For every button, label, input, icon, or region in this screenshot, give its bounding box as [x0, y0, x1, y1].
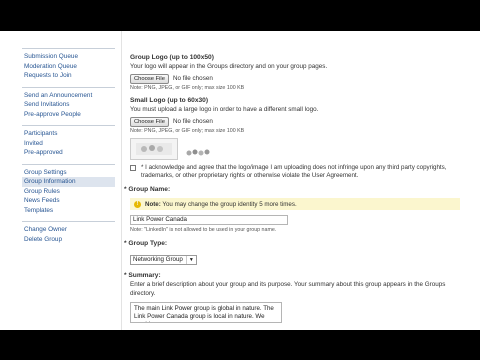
summary-help: Enter a brief description about your gro…	[130, 281, 446, 297]
group-logo-file-input: Choose File No file chosen	[130, 73, 475, 84]
small-logo-file-input: Choose File No file chosen	[130, 116, 475, 127]
sidebar-section: Send an Announcement Send Invitations Pre-…	[22, 86, 115, 120]
sidebar-item-participants[interactable]: Participants	[22, 129, 115, 139]
browser-viewport: Submission Queue Moderation Queue Requests…	[0, 31, 480, 330]
group-name-label: * Group Name:	[124, 186, 171, 193]
group-name-notice: ! Note: You may change the group identit…	[130, 198, 460, 210]
agreement-text: * I acknowledge and agree that the logo/…	[141, 164, 447, 179]
large-logo-preview-image	[130, 138, 178, 160]
sidebar-item-requests-to-join[interactable]: Requests to Join	[22, 71, 115, 81]
group-logo-choose-file-button[interactable]: Choose File	[130, 73, 169, 84]
group-logo-note: Note: PNG, JPEG, or GIF only; max size 1…	[130, 85, 245, 91]
group-information-form: Group Logo (up to 100x50) Your logo will…	[124, 53, 475, 323]
sidebar-section: Group Settings Group Information Group Rul…	[22, 163, 115, 216]
group-type-select[interactable]: Networking Group ▼	[130, 255, 197, 265]
notice-message: You may change the group identity 5 more…	[162, 200, 297, 208]
sidebar-item-send-an-announcement[interactable]: Send an Announcement	[22, 91, 115, 101]
notice-prefix: Note:	[145, 200, 161, 208]
summary-textarea[interactable]: The main Link Power group is global in n…	[130, 302, 282, 323]
sidebar-section: Submission Queue Moderation Queue Requests…	[22, 48, 115, 81]
sidebar-item-delete-group[interactable]: Delete Group	[22, 235, 115, 245]
small-logo-choose-file-button[interactable]: Choose File	[130, 116, 169, 127]
group-admin-sidebar: Submission Queue Moderation Queue Requests…	[22, 48, 115, 250]
dropdown-arrow-icon: ▼	[185, 256, 194, 264]
warning-icon: !	[134, 200, 141, 208]
sidebar-item-submission-queue[interactable]: Submission Queue	[22, 52, 115, 62]
sidebar-item-invited[interactable]: Invited	[22, 139, 115, 149]
copyright-agreement: * I acknowledge and agree that the logo/…	[130, 164, 475, 180]
group-name-note: Note: "LinkedIn" is not allowed to be us…	[130, 227, 277, 233]
logo-previews	[130, 138, 475, 160]
summary-label: * Summary:	[124, 272, 161, 279]
small-logo-label: Small Logo (up to 60x30)	[130, 97, 209, 104]
agreement-checkbox[interactable]	[130, 165, 136, 171]
notice-text: Note: You may change the group identity …	[145, 201, 297, 208]
sidebar-item-group-rules[interactable]: Group Rules	[22, 187, 115, 197]
group-logo-file-status: No file chosen	[172, 75, 213, 82]
sidebar-divider	[121, 31, 122, 330]
sidebar-section: Participants Invited Pre-approved	[22, 125, 115, 158]
group-type-label: * Group Type:	[124, 240, 168, 247]
sidebar-item-send-invitations[interactable]: Send Invitations	[22, 100, 115, 110]
small-logo-note: Note: PNG, JPEG, or GIF only; max size 1…	[130, 128, 245, 134]
group-type-selected-value: Networking Group	[133, 256, 183, 263]
small-logo-help: You must upload a large logo in order to…	[130, 106, 319, 113]
letterbox-top	[0, 0, 480, 31]
sidebar-item-change-owner[interactable]: Change Owner	[22, 225, 115, 235]
sidebar-item-pre-approved[interactable]: Pre-approved	[22, 148, 115, 158]
sidebar-item-moderation-queue[interactable]: Moderation Queue	[22, 62, 115, 72]
sidebar-item-templates[interactable]: Templates	[22, 206, 115, 216]
sidebar-item-pre-approve-people[interactable]: Pre-approve People	[22, 110, 115, 120]
small-logo-preview-image	[184, 146, 212, 160]
sidebar-section: Change Owner Delete Group	[22, 221, 115, 244]
group-logo-label: Group Logo (up to 100x50)	[130, 54, 214, 61]
sidebar-item-news-feeds[interactable]: News Feeds	[22, 196, 115, 206]
group-logo-help: Your logo will appear in the Groups dire…	[130, 63, 328, 70]
letterbox-bottom	[0, 330, 480, 360]
sidebar-item-group-information[interactable]: Group Information	[22, 177, 115, 187]
sidebar-item-group-settings[interactable]: Group Settings	[22, 168, 115, 178]
group-name-input[interactable]: Link Power Canada	[130, 215, 288, 225]
small-logo-file-status: No file chosen	[172, 118, 213, 125]
